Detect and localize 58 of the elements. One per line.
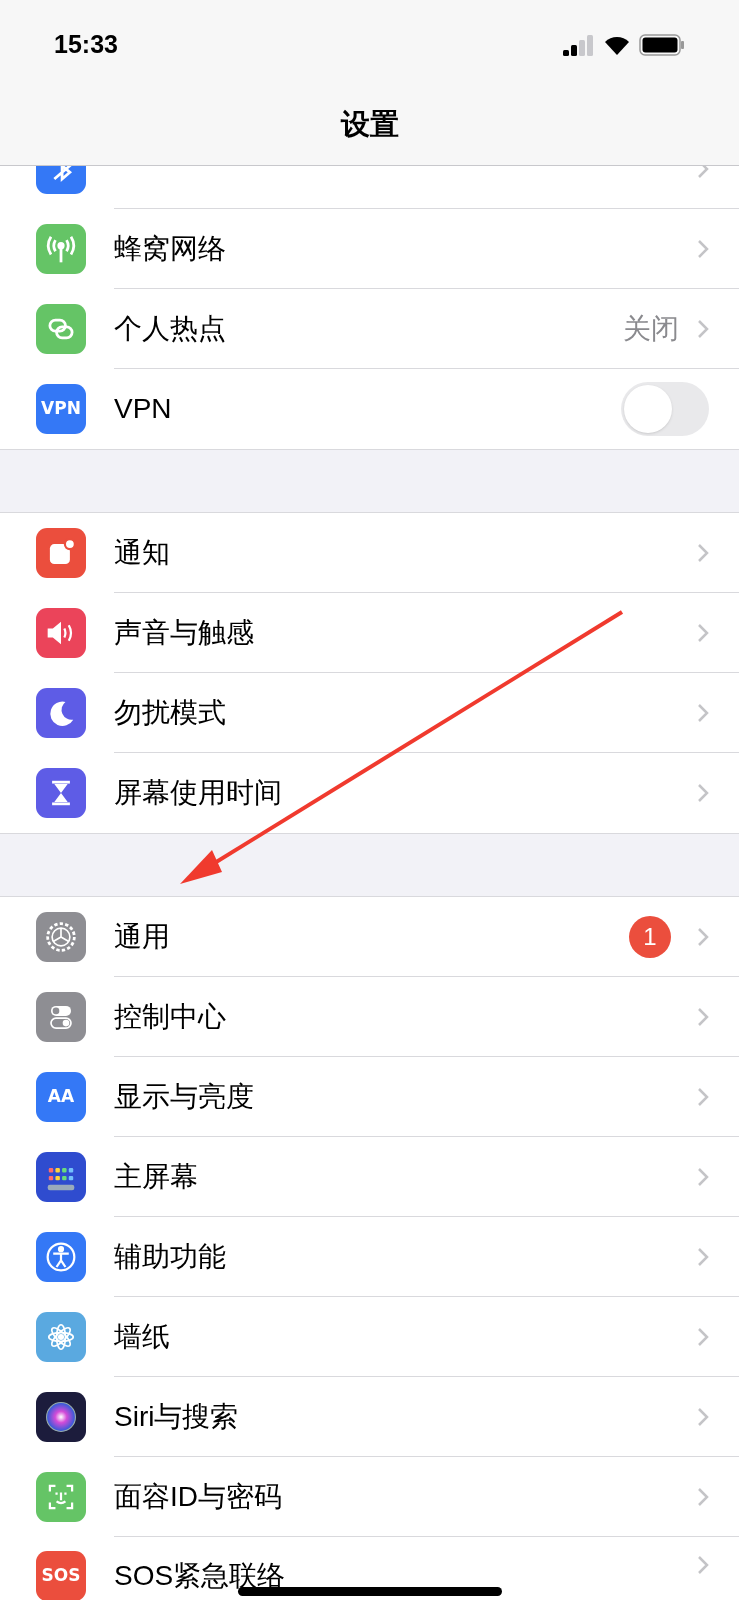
chevron-icon: [697, 622, 709, 643]
row-label: 通知: [114, 535, 170, 570]
chevron-icon: [697, 1486, 709, 1507]
chevron-icon: [697, 1406, 709, 1427]
row-label: 面容ID与密码: [114, 1479, 282, 1514]
row-label: VPN: [114, 392, 172, 426]
chevron-icon: [697, 238, 709, 259]
settings-row[interactable]: 控制中心: [0, 977, 739, 1057]
settings-row[interactable]: 辅助功能: [0, 1217, 739, 1297]
settings-row[interactable]: 主屏幕: [0, 1137, 739, 1217]
settings-row[interactable]: 声音与触感: [0, 593, 739, 673]
settings-row[interactable]: 屏幕使用时间: [0, 753, 739, 833]
settings-row[interactable]: 勿扰模式: [0, 673, 739, 753]
notification-badge: 1: [629, 915, 671, 958]
chevron-icon: [697, 783, 709, 803]
app-icon: AA: [36, 1072, 86, 1122]
settings-row[interactable]: VPN VPN: [0, 369, 739, 449]
row-label: 辅助功能: [114, 1239, 226, 1274]
row-label: 通用: [114, 919, 170, 954]
chevron-icon: [697, 542, 709, 563]
settings-row[interactable]: 墙纸: [0, 1297, 739, 1377]
chevron-icon: [697, 1246, 709, 1267]
app-icon: SOS: [36, 1551, 86, 1600]
row-value: 关闭: [623, 311, 679, 346]
status-time: 15:33: [54, 29, 118, 61]
chevron-icon: [697, 926, 709, 947]
page-title: 设置: [340, 106, 399, 142]
chevron-icon: [697, 1086, 709, 1107]
chevron-icon: [697, 1555, 709, 1575]
chevron-icon: [697, 702, 709, 723]
row-label: 控制中心: [114, 999, 226, 1034]
row-label: 墙纸: [114, 1319, 170, 1354]
chevron-icon: [697, 1326, 709, 1347]
chevron-icon: [697, 1166, 709, 1187]
row-label: 屏幕使用时间: [114, 776, 282, 810]
row-label: 蜂窝网络: [114, 231, 226, 266]
row-label: 个人热点: [114, 311, 226, 346]
signal-icon: [563, 34, 595, 56]
row-label: 声音与触感: [114, 615, 254, 650]
settings-row[interactable]: SOS SOS紧急联络: [0, 1537, 739, 1600]
settings-row[interactable]: 通知: [0, 513, 739, 593]
toggle-switch[interactable]: [621, 382, 709, 436]
app-icon: VPN: [36, 384, 86, 434]
row-label: 主屏幕: [114, 1159, 198, 1194]
settings-row[interactable]: 蜂窝网络: [0, 209, 739, 289]
battery-icon: [639, 34, 685, 56]
row-label: SOS紧急联络: [114, 1559, 286, 1593]
wifi-icon: [603, 34, 631, 56]
settings-row[interactable]: 面容ID与密码: [0, 1457, 739, 1537]
settings-row[interactable]: Siri与搜索: [0, 1377, 739, 1457]
row-label: 勿扰模式: [114, 695, 226, 730]
chevron-icon: [697, 318, 709, 339]
settings-row[interactable]: 通用 1: [0, 897, 739, 977]
chevron-icon: [697, 1006, 709, 1027]
settings-row[interactable]: AA 显示与亮度: [0, 1057, 739, 1137]
row-label: Siri与搜索: [114, 1399, 239, 1434]
settings-row[interactable]: 个人热点 关闭: [0, 289, 739, 369]
row-label: 显示与亮度: [114, 1079, 254, 1114]
